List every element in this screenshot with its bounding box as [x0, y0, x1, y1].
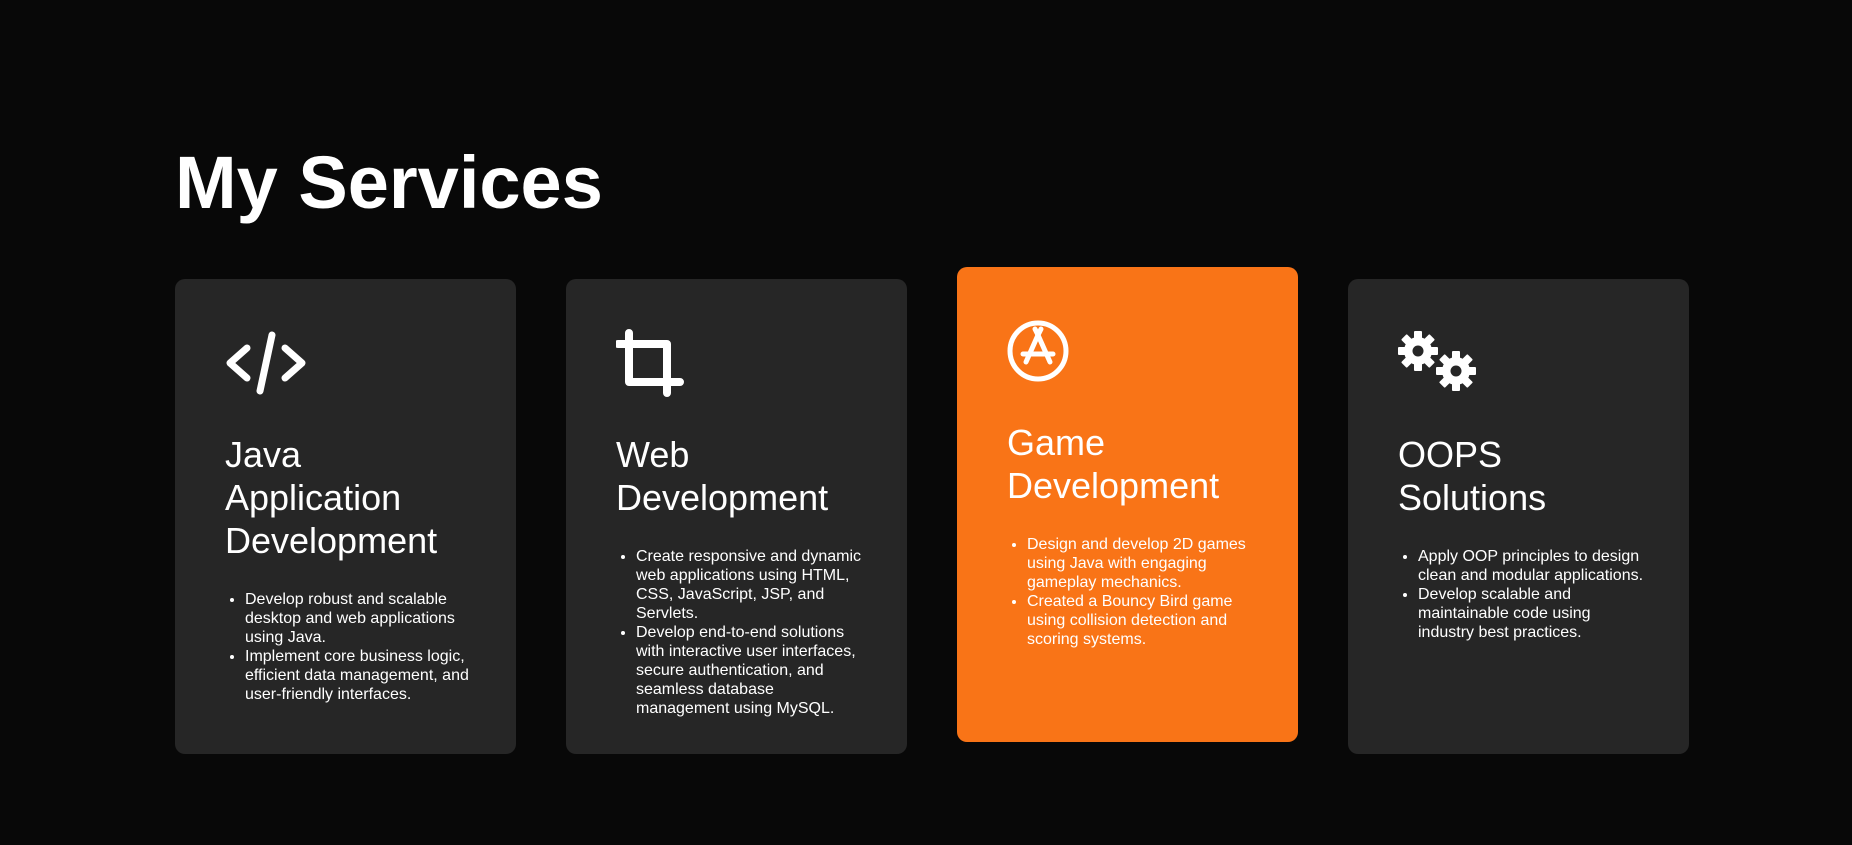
services-grid: Java Application Development Develop rob…	[175, 267, 1689, 754]
card-bullet-list: Design and develop 2D games using Java w…	[1007, 535, 1258, 649]
card-bullet: Design and develop 2D games using Java w…	[1027, 535, 1258, 592]
card-title: OOPS Solutions	[1398, 434, 1547, 518]
card-bullet: Develop end-to-end solutions with intera…	[636, 623, 867, 718]
crop-icon	[616, 327, 706, 397]
service-card-game[interactable]: Game Development Design and develop 2D g…	[957, 267, 1298, 742]
card-bullet: Develop robust and scalable desktop and …	[245, 590, 476, 647]
card-bullet: Apply OOP principles to design clean and…	[1418, 547, 1649, 585]
card-title: Game Development	[1007, 422, 1220, 506]
service-card-java[interactable]: Java Application Development Develop rob…	[175, 279, 516, 754]
gears-icon	[1398, 327, 1488, 397]
section-title: My Services	[175, 141, 603, 224]
card-bullet: Created a Bouncy Bird game using collisi…	[1027, 592, 1258, 649]
card-title: Java Application Development	[225, 434, 438, 561]
app-store-icon	[1007, 315, 1097, 385]
card-bullet: Develop scalable and maintainable code u…	[1418, 585, 1649, 642]
service-card-oops[interactable]: OOPS Solutions Apply OOP principles to d…	[1348, 279, 1689, 754]
card-bullet-list: Create responsive and dynamic web applic…	[616, 547, 867, 718]
card-title: Web Development	[616, 434, 829, 518]
service-card-web[interactable]: Web Development Create responsive and dy…	[566, 279, 907, 754]
card-bullet: Implement core business logic, efficient…	[245, 647, 476, 704]
card-bullet-list: Apply OOP principles to design clean and…	[1398, 547, 1649, 642]
card-bullet: Create responsive and dynamic web applic…	[636, 547, 867, 623]
code-icon	[225, 327, 315, 397]
card-bullet-list: Develop robust and scalable desktop and …	[225, 590, 476, 704]
